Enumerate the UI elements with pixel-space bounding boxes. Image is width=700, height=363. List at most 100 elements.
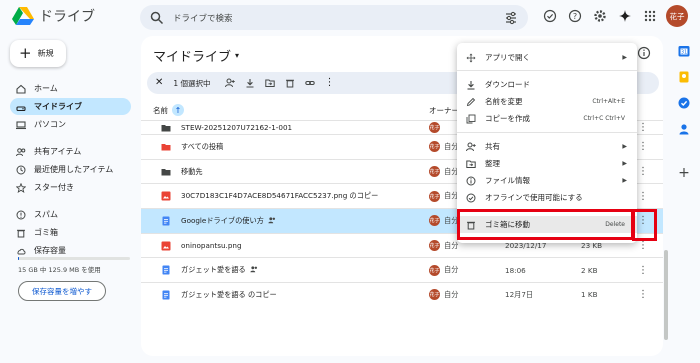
file-name: STEW-20251207U72162-1-001 <box>181 123 293 132</box>
table-row[interactable]: ガジェット愛を語る のコピー 花子 自分 12月7日 1 KB ⋮ <box>141 282 663 307</box>
menu-item-offline[interactable]: オフラインで使用可能にする <box>457 189 637 206</box>
drive-logo-icon <box>12 7 34 25</box>
more-vert-icon[interactable]: ⋮ <box>638 121 648 135</box>
modified-date: 12月7日 <box>505 289 534 299</box>
owner-text: 自分 <box>444 289 459 299</box>
people-icon <box>16 147 26 157</box>
get-more-storage-button[interactable]: 保存容量を増やす <box>18 281 106 301</box>
file-size: 2 KB <box>581 265 598 275</box>
close-icon[interactable]: ✕ <box>155 78 163 88</box>
search-input[interactable]: ドライブで検索 <box>173 12 504 24</box>
folder-icon <box>161 167 171 177</box>
search-icon[interactable] <box>150 11 164 25</box>
menu-item-download[interactable]: ダウンロード <box>457 76 637 93</box>
sidebar-item-shared[interactable]: 共有アイテム <box>10 143 131 160</box>
trash-icon[interactable] <box>285 78 295 88</box>
file-name: Googleドライブの使い方 <box>181 215 264 225</box>
file-name: ガジェット愛を語る のコピー <box>181 289 277 299</box>
svg-text:?: ? <box>573 12 577 21</box>
owner-avatar: 花子 <box>429 240 440 252</box>
menu-shortcut: Ctrl+Alt+E <box>592 98 625 105</box>
sidebar-item-trash[interactable]: ゴミ箱 <box>10 224 131 241</box>
more-vert-icon[interactable]: ⋮ <box>638 189 648 203</box>
spam-icon <box>16 210 26 220</box>
menu-item-organize[interactable]: 整理 ▶ <box>457 155 637 172</box>
download-icon <box>466 80 476 90</box>
add-addon-icon[interactable]: + <box>678 166 690 180</box>
menu-item-label: 共有 <box>485 142 500 151</box>
page-title[interactable]: マイドライブ ▾ <box>153 46 239 65</box>
contacts-icon[interactable] <box>677 122 691 136</box>
sidebar-item-label: ホーム <box>34 84 58 93</box>
more-vert-icon[interactable]: ⋮ <box>638 288 648 302</box>
menu-divider <box>457 132 637 133</box>
document-icon <box>161 216 171 226</box>
info-icon[interactable] <box>637 46 651 60</box>
calendar-icon[interactable]: 31 <box>677 44 691 58</box>
menu-item-make-copy[interactable]: コピーを作成 Ctrl+C Ctrl+V <box>457 110 637 127</box>
menu-item-share[interactable]: 共有 ▶ <box>457 138 637 155</box>
search-bar[interactable]: ドライブで検索 <box>140 5 528 30</box>
more-vert-icon[interactable]: ⋮ <box>638 140 648 154</box>
clock-icon <box>16 165 26 175</box>
sidebar-item-label: パソコン <box>34 120 66 129</box>
new-button[interactable]: + 新規 <box>10 40 66 67</box>
sidebar-item-starred[interactable]: スター付き <box>10 179 131 196</box>
owner-avatar: 花子 <box>429 215 440 227</box>
column-owner[interactable]: オーナー <box>429 100 459 120</box>
apps-grid-icon[interactable] <box>641 7 659 25</box>
storage-fill <box>18 257 20 260</box>
share-person-icon[interactable] <box>224 78 235 88</box>
table-row[interactable]: ガジェット愛を語る 花子 自分 18:06 2 KB ⋮ <box>141 257 663 282</box>
star-icon <box>16 182 26 193</box>
link-icon[interactable] <box>304 78 315 88</box>
sidebar-item-label: スパム <box>34 210 58 219</box>
sidebar-item-computers[interactable]: パソコン <box>10 116 131 133</box>
caret-down-icon: ▾ <box>235 51 240 60</box>
column-name[interactable]: 名前 <box>153 105 168 116</box>
drive-icon <box>16 102 26 112</box>
offline-status-icon[interactable] <box>541 7 559 25</box>
modified-date: 18:06 <box>505 265 526 275</box>
more-vert-icon[interactable]: ⋮ <box>638 263 648 277</box>
copy-icon <box>466 114 476 124</box>
drive-logo[interactable]: ドライブ <box>12 6 95 26</box>
menu-divider <box>457 70 637 71</box>
submenu-arrow-icon: ▶ <box>622 160 627 167</box>
sidebar-item-recent[interactable]: 最近使用したアイテム <box>10 161 131 178</box>
menu-item-label: 整理 <box>485 159 500 168</box>
file-name: 移動先 <box>181 166 203 176</box>
menu-item-label: ファイル情報 <box>485 176 530 185</box>
menu-item-label: ダウンロード <box>485 80 530 89</box>
sidebar-item-spam[interactable]: スパム <box>10 206 131 223</box>
tasks-icon[interactable] <box>677 96 691 110</box>
settings-icon[interactable] <box>591 7 609 25</box>
menu-item-label: アプリで開く <box>485 53 530 62</box>
sidebar-item-label: 最近使用したアイテム <box>34 165 114 174</box>
user-avatar[interactable]: 花子 <box>666 5 688 27</box>
menu-item-file-info[interactable]: ファイル情報 ▶ <box>457 172 637 189</box>
move-icon[interactable] <box>264 78 275 88</box>
sidebar-nav: ホーム マイドライブ パソコン 共有アイテム 最近使用したアイテム スター付き … <box>10 80 131 260</box>
more-vert-icon[interactable]: ⋮ <box>638 165 648 179</box>
home-icon <box>16 84 26 94</box>
scrollbar[interactable] <box>664 250 668 340</box>
offline-icon <box>466 193 476 203</box>
menu-shortcut: Ctrl+C Ctrl+V <box>583 115 625 122</box>
owner-avatar: 花子 <box>429 264 440 276</box>
gemini-icon[interactable] <box>616 7 634 25</box>
menu-item-label: 名前を変更 <box>485 97 523 106</box>
download-icon[interactable] <box>245 78 255 88</box>
keep-icon[interactable] <box>677 70 691 84</box>
menu-item-rename[interactable]: 名前を変更 Ctrl+Alt+E <box>457 93 637 110</box>
submenu-arrow-icon: ▶ <box>622 177 627 184</box>
sidebar-item-home[interactable]: ホーム <box>10 80 131 97</box>
sidebar-item-label: スター付き <box>34 183 74 192</box>
menu-item-open-with[interactable]: アプリで開く ▶ <box>457 49 637 66</box>
sidebar-item-my-drive[interactable]: マイドライブ <box>10 98 131 115</box>
sort-arrow-icon[interactable]: ↑ <box>172 104 184 116</box>
search-options-icon[interactable] <box>504 11 518 25</box>
more-vert-icon[interactable]: ⋮ <box>325 78 335 88</box>
help-icon[interactable]: ? <box>566 7 584 25</box>
owner-avatar: 花子 <box>429 122 440 133</box>
